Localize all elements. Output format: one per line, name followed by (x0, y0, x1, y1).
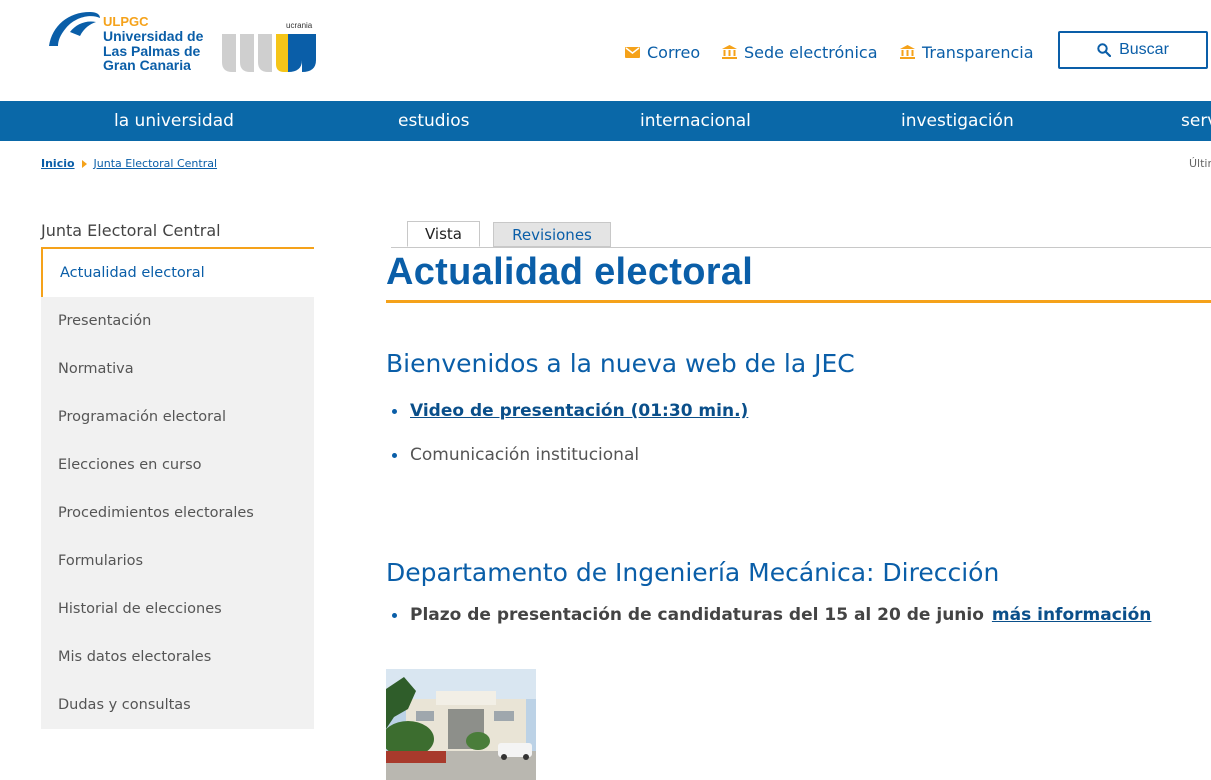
nav-item-investigacion[interactable]: investigación (901, 101, 1014, 141)
comunicacion-institucional-text: Comunicación institucional (410, 445, 640, 465)
sidebar-item-elecciones-en-curso[interactable]: Elecciones en curso (41, 441, 314, 489)
breadcrumb-separator-icon (81, 159, 87, 168)
bullet-icon (392, 612, 397, 618)
page-title: Actualidad electoral (386, 251, 754, 293)
sidebar-item-procedimientos-electorales[interactable]: Procedimientos electorales (41, 489, 314, 537)
transparencia-label: Transparencia (922, 42, 1034, 62)
plazo-candidaturas-text: Plazo de presentación de candidaturas de… (410, 605, 984, 625)
logo-line-1: Universidad de (103, 28, 204, 44)
search-button[interactable]: Buscar (1058, 31, 1208, 69)
sidebar-item-formularios[interactable]: Formularios (41, 537, 314, 585)
building-photo-image (386, 669, 536, 780)
video-presentacion-link[interactable]: Video de presentación (01:30 min.) (410, 401, 748, 421)
page-title-divider (386, 300, 1211, 303)
sidebar-item-mis-datos-electorales[interactable]: Mis datos electorales (41, 633, 314, 681)
search-icon (1097, 43, 1112, 57)
search-button-label: Buscar (1119, 41, 1169, 58)
nav-item-estudios[interactable]: estudios (398, 101, 470, 141)
logo-acronym: ULPGC (103, 14, 149, 29)
site-header: ULPGC Universidad de Las Palmas de Gran … (0, 0, 1211, 101)
list-item-video: Video de presentación (01:30 min.) (392, 401, 748, 421)
sede-electronica-link[interactable]: Sede electrónica (722, 41, 878, 63)
envelope-icon (625, 46, 640, 58)
list-item-comunicacion: Comunicación institucional (392, 445, 639, 465)
bullet-icon (392, 408, 397, 414)
logo-line-3: Gran Canaria (103, 57, 191, 73)
mail-link-label: Correo (647, 42, 701, 62)
sidebar-item-normativa[interactable]: Normativa (41, 345, 314, 393)
sidebar-item-dudas-y-consultas[interactable]: Dudas y consultas (41, 681, 314, 729)
sede-electronica-label: Sede electrónica (744, 42, 878, 62)
sidebar-item-historial-de-elecciones[interactable]: Historial de elecciones (41, 585, 314, 633)
section-heading-bienvenidos: Bienvenidos a la nueva web de la JEC (386, 349, 855, 378)
nav-item-internacional[interactable]: internacional (640, 101, 751, 141)
mail-link[interactable]: Correo (625, 41, 700, 63)
sidebar-item-actualidad-electoral[interactable]: Actualidad electoral (41, 249, 314, 297)
section-heading-ingenieria-mecanica: Departamento de Ingeniería Mecánica: Dir… (386, 558, 1000, 587)
sidebar-menu: Actualidad electoral Presentación Normat… (41, 249, 314, 729)
building-photo (386, 669, 536, 780)
bullet-icon (392, 452, 397, 458)
list-item-plazo: Plazo de presentación de candidaturas de… (392, 605, 1151, 625)
institution-icon (900, 45, 915, 59)
transparencia-link[interactable]: Transparencia (900, 41, 1034, 63)
breadcrumb-current-link[interactable]: Junta Electoral Central (94, 157, 217, 170)
institution-icon (722, 45, 737, 59)
sidebar-title: Junta Electoral Central (41, 221, 221, 240)
sidebar-item-programacion-electoral[interactable]: Programación electoral (41, 393, 314, 441)
tab-revisiones[interactable]: Revisiones (493, 222, 611, 247)
content-tabs: Vista Revisiones (391, 221, 1211, 248)
nav-item-la-universidad[interactable]: la universidad (114, 101, 234, 141)
logo-line-2: Las Palmas de (103, 42, 201, 59)
mas-informacion-link[interactable]: más información (992, 605, 1151, 625)
breadcrumb: Inicio Junta Electoral Central (41, 157, 217, 170)
breadcrumb-home-link[interactable]: Inicio (41, 157, 75, 170)
main-nav: la universidad estudios internacional in… (0, 101, 1211, 141)
latest-updates-label[interactable]: Últim (1189, 157, 1211, 170)
sidebar-item-presentacion[interactable]: Presentación (41, 297, 314, 345)
logo-wordmark: ULPGC Universidad de Las Palmas de Gran … (103, 14, 203, 73)
ucrania-label: ucrania (286, 21, 313, 30)
nav-item-servicios[interactable]: serv (1181, 101, 1211, 141)
ulpgc-swoosh-icon (49, 12, 100, 46)
ulpgc-logo[interactable]: ULPGC Universidad de Las Palmas de Gran … (46, 6, 326, 76)
tab-vista[interactable]: Vista (407, 221, 480, 247)
